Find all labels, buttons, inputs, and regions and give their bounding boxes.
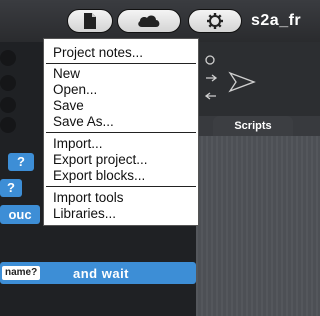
ask-block-label: and wait — [73, 266, 130, 281]
cloud-icon — [138, 15, 160, 27]
menu-item-export-project[interactable]: Export project... — [53, 152, 148, 167]
menu-item-open[interactable]: Open... — [53, 82, 97, 97]
file-button[interactable] — [67, 9, 113, 33]
ask-and-wait-block[interactable]: name? and wait — [0, 262, 196, 284]
ask-input-slot[interactable]: name? — [2, 266, 41, 280]
toolbar: s2a_fr — [0, 0, 320, 42]
reporter-block[interactable]: ? — [0, 179, 22, 197]
category-button[interactable] — [0, 50, 16, 66]
menu-item-save-as[interactable]: Save As... — [53, 114, 114, 129]
menu-item-import[interactable]: Import... — [53, 136, 103, 151]
menu-item-import-tools[interactable]: Import tools — [53, 190, 124, 205]
sprite-info-area — [196, 42, 320, 116]
menu-separator — [46, 186, 196, 187]
file-icon — [84, 13, 96, 29]
category-button[interactable] — [0, 75, 16, 91]
reporter-block[interactable]: ? — [8, 153, 34, 171]
sprite-direction-arrow-icon — [204, 55, 256, 100]
touching-block[interactable]: ouc — [0, 205, 40, 224]
gear-icon — [207, 13, 223, 29]
menu-separator — [46, 63, 196, 64]
category-button[interactable] — [0, 117, 16, 133]
cloud-button[interactable] — [117, 9, 181, 33]
menu-item-project-notes[interactable]: Project notes... — [53, 45, 143, 60]
menu-item-libraries[interactable]: Libraries... — [53, 206, 116, 221]
project-title[interactable]: s2a_fr — [251, 12, 301, 30]
category-button[interactable] — [0, 97, 16, 113]
file-menu: Project notes... New Open... Save Save A… — [43, 38, 199, 226]
scripts-area[interactable] — [196, 136, 320, 316]
settings-button[interactable] — [188, 9, 242, 33]
menu-item-save[interactable]: Save — [53, 98, 84, 113]
menu-item-new[interactable]: New — [53, 66, 80, 81]
tab-scripts[interactable]: Scripts — [213, 116, 293, 136]
menu-separator — [46, 132, 196, 133]
menu-item-export-blocks[interactable]: Export blocks... — [53, 168, 145, 183]
